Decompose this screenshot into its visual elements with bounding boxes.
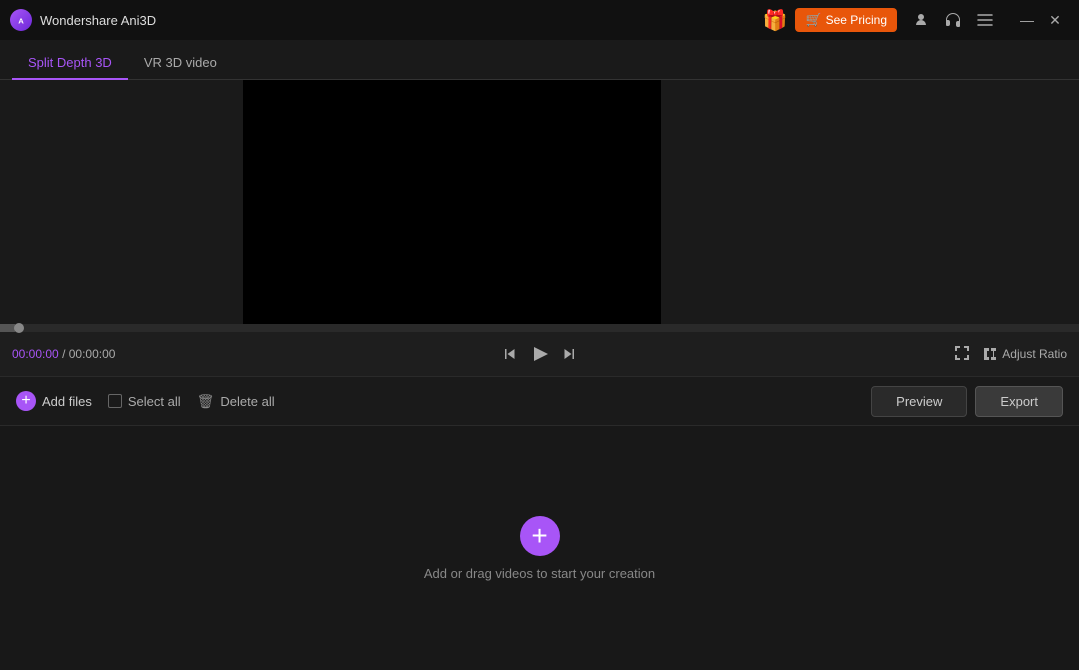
- time-total: 00:00:00: [69, 347, 116, 361]
- gift-icon[interactable]: 🎁: [763, 8, 788, 33]
- right-controls: Adjust Ratio: [954, 345, 1067, 364]
- titlebar: A Wondershare Ani3D 🎁 🛒 See Pricing — ✕: [0, 0, 1079, 40]
- adjust-ratio-label: Adjust Ratio: [1002, 347, 1067, 361]
- delete-all-button[interactable]: 🗑 Delete all: [197, 393, 275, 410]
- trash-icon: 🗑: [197, 393, 215, 410]
- adjust-ratio-control[interactable]: Adjust Ratio: [982, 346, 1067, 362]
- preview-area: [0, 80, 1079, 324]
- adjust-ratio-icon: [982, 346, 998, 362]
- checkbox-icon: [108, 394, 122, 408]
- headset-icon[interactable]: [941, 8, 965, 32]
- add-files-button[interactable]: + Add files: [16, 391, 92, 411]
- progress-fill: [0, 324, 15, 332]
- drop-plus-button[interactable]: +: [520, 516, 560, 556]
- playback-controls: [123, 344, 954, 364]
- export-button[interactable]: Export: [975, 386, 1063, 417]
- left-panel: [0, 80, 243, 324]
- select-all-button[interactable]: Select all: [108, 394, 181, 409]
- tab-split-depth-3d[interactable]: Split Depth 3D: [12, 47, 128, 80]
- fullscreen-button[interactable]: [954, 345, 970, 364]
- time-current: 00:00:00: [12, 347, 59, 361]
- app-title: Wondershare Ani3D: [40, 13, 763, 28]
- user-icon[interactable]: [909, 8, 933, 32]
- right-panel: [661, 80, 1079, 324]
- window-controls: — ✕: [1013, 6, 1069, 34]
- progress-track[interactable]: [0, 324, 1079, 332]
- video-preview: [243, 80, 661, 324]
- see-pricing-label: See Pricing: [826, 13, 887, 27]
- prev-button[interactable]: [501, 346, 517, 362]
- add-files-label: Add files: [42, 394, 92, 409]
- main-content: 00:00:00 / 00:00:00 Adjust Ratio: [0, 80, 1079, 670]
- tab-vr-3d-video[interactable]: VR 3D video: [128, 47, 233, 80]
- titlebar-right-group: 🎁 🛒 See Pricing — ✕: [763, 6, 1069, 34]
- toolbar-left: + Add files Select all 🗑 Delete all: [16, 391, 871, 411]
- select-all-label: Select all: [128, 394, 181, 409]
- see-pricing-button[interactable]: 🛒 See Pricing: [795, 8, 897, 32]
- play-button[interactable]: [529, 344, 549, 364]
- add-files-icon: +: [16, 391, 36, 411]
- next-button[interactable]: [561, 346, 577, 362]
- preview-button[interactable]: Preview: [871, 386, 967, 417]
- drop-area-text: Add or drag videos to start your creatio…: [424, 566, 655, 581]
- delete-all-label: Delete all: [220, 394, 274, 409]
- drop-area[interactable]: + Add or drag videos to start your creat…: [0, 426, 1079, 670]
- cart-icon: 🛒: [805, 12, 821, 28]
- titlebar-icons: [909, 8, 997, 32]
- tabbar: Split Depth 3D VR 3D video: [0, 40, 1079, 80]
- controls-bar: 00:00:00 / 00:00:00 Adjust Ratio: [0, 332, 1079, 376]
- close-button[interactable]: ✕: [1041, 6, 1069, 34]
- progress-thumb[interactable]: [14, 323, 24, 333]
- minimize-button[interactable]: —: [1013, 6, 1041, 34]
- seek-bar[interactable]: [0, 324, 1079, 332]
- time-display: 00:00:00 / 00:00:00: [12, 347, 115, 361]
- toolbar-right: Preview Export: [871, 386, 1063, 417]
- app-logo-icon: A: [10, 9, 32, 31]
- svg-text:A: A: [18, 16, 24, 25]
- file-toolbar: + Add files Select all 🗑 Delete all Prev…: [0, 376, 1079, 426]
- time-separator: /: [62, 347, 69, 361]
- menu-icon[interactable]: [973, 8, 997, 32]
